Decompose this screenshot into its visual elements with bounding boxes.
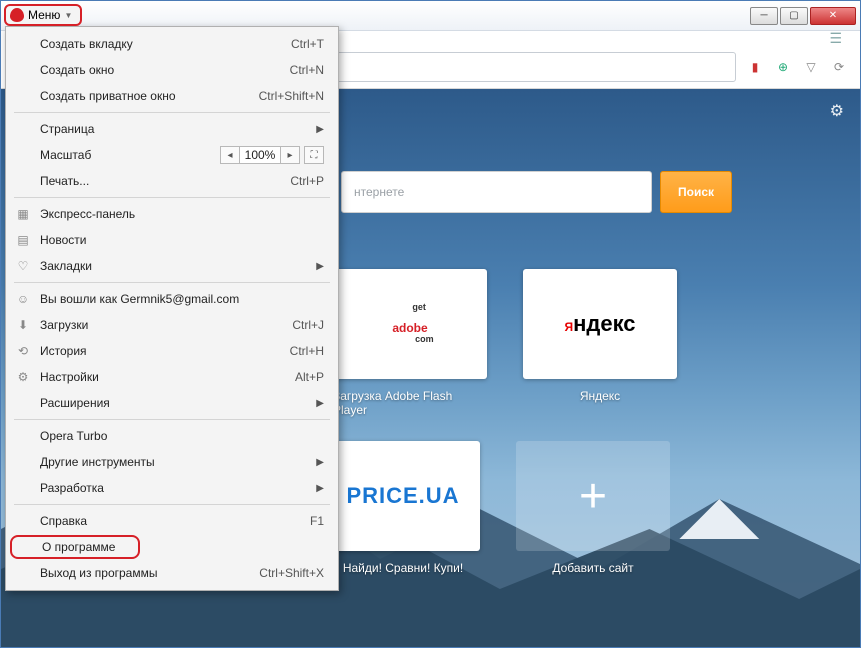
menu-separator: [14, 112, 330, 113]
search-input[interactable]: нтернете: [341, 171, 652, 213]
menu-speeddial[interactable]: ▦Экспресс-панель: [6, 201, 338, 227]
menu-news[interactable]: ▤Новости: [6, 227, 338, 253]
zoom-value: 100%: [240, 146, 280, 164]
browser-window: ─ ▢ ✕ ☰ или веб-адрес ▮ ⊕ ▽ ⟳ ⚙ нтернете: [0, 0, 861, 648]
tile-thumb: get adobe com: [333, 269, 487, 379]
menu-extensions[interactable]: Расширения▶: [6, 390, 338, 416]
refresh-icon[interactable]: ⟳: [830, 58, 848, 76]
zoom-in-button[interactable]: ▸: [280, 146, 300, 164]
menu-bookmarks[interactable]: ♡Закладки▶: [6, 253, 338, 279]
bookmark-icon[interactable]: ▮: [746, 58, 764, 76]
chevron-right-icon: ▶: [316, 483, 324, 494]
panel-toggle-icon[interactable]: ☰: [829, 30, 842, 47]
menu-help[interactable]: СправкаF1: [6, 508, 338, 534]
window-controls: ─ ▢ ✕: [750, 7, 860, 25]
menu-zoom[interactable]: Масштаб ◂ 100% ▸ ⛶: [6, 142, 338, 168]
tile-yandex[interactable]: Яндекс Яндекс: [523, 269, 677, 417]
tile-thumb: PRICE.UA: [326, 441, 480, 551]
chevron-down-icon: ▼: [64, 11, 72, 20]
chevron-right-icon: ▶: [316, 398, 324, 409]
chevron-right-icon: ▶: [316, 457, 324, 468]
menu-separator: [14, 419, 330, 420]
tile-priceua[interactable]: PRICE.UA Найди! Сравни! Купи!: [326, 441, 480, 575]
menu-new-window[interactable]: Создать окноCtrl+N: [6, 57, 338, 83]
user-icon: ☺: [16, 292, 30, 306]
menu-other-tools[interactable]: Другие инструменты▶: [6, 449, 338, 475]
tile-thumb: Яндекс: [523, 269, 677, 379]
tile-label: Загрузка Adobe Flash Player: [333, 389, 487, 417]
history-icon: ⟲: [16, 344, 30, 358]
minimize-button[interactable]: ─: [750, 7, 778, 25]
menu-new-tab[interactable]: Создать вкладкуCtrl+T: [6, 31, 338, 57]
menu-separator: [14, 197, 330, 198]
zoom-controls: ◂ 100% ▸ ⛶: [220, 146, 324, 164]
plus-icon: +: [579, 469, 607, 524]
shield-icon[interactable]: ▽: [802, 58, 820, 76]
menu-separator: [14, 282, 330, 283]
opera-logo-icon: [10, 8, 24, 22]
fullscreen-button[interactable]: ⛶: [304, 146, 324, 164]
adblock-icon[interactable]: ⊕: [774, 58, 792, 76]
tile-label: Найди! Сравни! Купи!: [343, 561, 463, 575]
yandex-logo: Яндекс: [564, 311, 635, 337]
menu-downloads[interactable]: ⬇ЗагрузкиCtrl+J: [6, 312, 338, 338]
menu-developer[interactable]: Разработка▶: [6, 475, 338, 501]
news-icon: ▤: [16, 233, 30, 247]
menu-page[interactable]: Страница▶: [6, 116, 338, 142]
adobe-logo: get adobe com: [392, 308, 427, 340]
menu-print[interactable]: Печать...Ctrl+P: [6, 168, 338, 194]
heart-icon: ♡: [16, 259, 30, 273]
settings-gear-icon[interactable]: ⚙: [830, 101, 844, 121]
main-menu-dropdown: Создать вкладкуCtrl+T Создать окноCtrl+N…: [5, 26, 339, 591]
highlight-about: О программе: [10, 535, 140, 559]
menu-settings[interactable]: ⚙НастройкиAlt+P: [6, 364, 338, 390]
download-icon: ⬇: [16, 318, 30, 332]
priceua-logo: PRICE.UA: [346, 483, 459, 509]
gear-icon: ⚙: [16, 370, 30, 384]
opera-menu-button[interactable]: Меню ▼: [4, 4, 82, 26]
menu-separator: [14, 504, 330, 505]
search-bar: нтернете Поиск: [341, 171, 732, 213]
tile-label: Яндекс: [580, 389, 620, 403]
menu-history[interactable]: ⟲ИсторияCtrl+H: [6, 338, 338, 364]
maximize-button[interactable]: ▢: [780, 7, 808, 25]
tile-adobe[interactable]: get adobe com Загрузка Adobe Flash Playe…: [333, 269, 487, 417]
menu-turbo[interactable]: Opera Turbo: [6, 423, 338, 449]
menu-account[interactable]: ☺Вы вошли как Germnik5@gmail.com: [6, 286, 338, 312]
close-button[interactable]: ✕: [810, 7, 856, 25]
menu-exit[interactable]: Выход из программыCtrl+Shift+X: [6, 560, 338, 586]
zoom-out-button[interactable]: ◂: [220, 146, 240, 164]
menu-label: Меню: [28, 8, 60, 22]
tile-label: Добавить сайт: [552, 561, 633, 575]
tile-add-site[interactable]: + Добавить сайт: [516, 441, 670, 575]
grid-icon: ▦: [16, 207, 30, 221]
search-button[interactable]: Поиск: [660, 171, 732, 213]
menu-new-private[interactable]: Создать приватное окноCtrl+Shift+N: [6, 83, 338, 109]
chevron-right-icon: ▶: [316, 124, 324, 135]
chevron-right-icon: ▶: [316, 261, 324, 272]
menu-about[interactable]: О программе: [6, 534, 338, 560]
search-placeholder: нтернете: [354, 185, 404, 199]
tile-thumb: +: [516, 441, 670, 551]
